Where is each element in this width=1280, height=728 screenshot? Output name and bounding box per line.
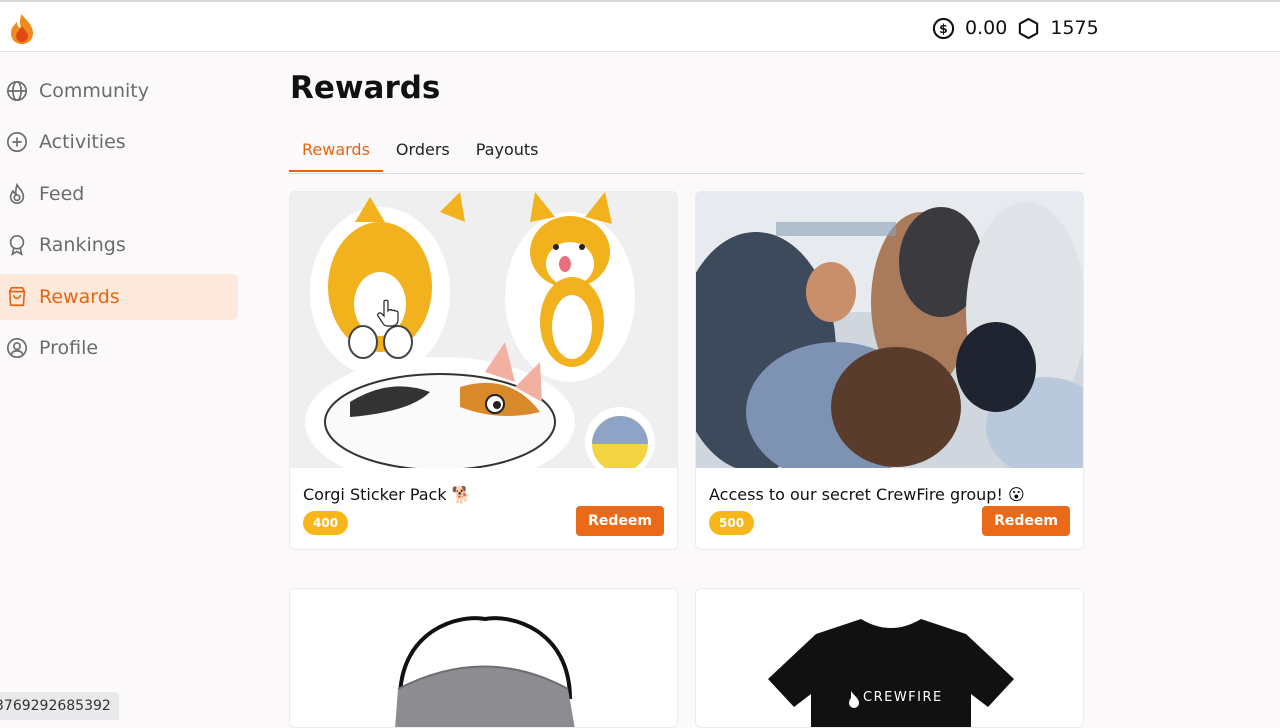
reward-card[interactable]: Corgi Sticker Pack 🐕 400 Redeem	[289, 191, 678, 550]
points-badge: 400	[303, 511, 349, 535]
hand-cursor-icon	[377, 299, 399, 327]
dollar-coin-icon: $	[932, 17, 955, 39]
user-circle-icon	[7, 337, 27, 358]
sidebar-item-label: Rewards	[39, 285, 120, 308]
status-bar: 3769292685392	[0, 692, 119, 720]
sidebar-item-rankings[interactable]: Rankings	[0, 222, 238, 268]
sidebar-item-feed[interactable]: Feed	[0, 171, 238, 217]
reward-name: Corgi Sticker Pack 🐕	[303, 485, 472, 504]
shopping-bag-icon	[8, 286, 26, 306]
sidebar-item-label: Feed	[39, 182, 85, 205]
sidebar-item-rewards[interactable]: Rewards	[0, 273, 238, 320]
tab-rewards[interactable]: Rewards	[289, 128, 383, 172]
balances: $ 0.00 1575	[932, 14, 1109, 42]
redeem-button[interactable]: Redeem	[576, 506, 664, 536]
reward-card[interactable]: CREWFIRE	[695, 588, 1084, 728]
sidebar-item-profile[interactable]: Profile	[0, 325, 238, 371]
sidebar-item-label: Activities	[39, 131, 126, 154]
points-badge: 500	[709, 511, 755, 535]
tshirt-print-text: CREWFIRE	[863, 690, 943, 705]
hexagon-points-icon	[1019, 17, 1039, 39]
reward-image	[290, 192, 677, 468]
face-mask-image	[290, 589, 677, 727]
page-title: Rewards	[290, 70, 441, 106]
sidebar-item-label: Rankings	[39, 234, 126, 257]
tab-payouts[interactable]: Payouts	[463, 128, 552, 172]
globe-icon	[7, 81, 27, 101]
sidebar-nav: Community Activities Feed Rankings Rewar…	[0, 68, 238, 376]
crewfire-logo-icon[interactable]	[9, 12, 35, 46]
redeem-button[interactable]: Redeem	[982, 506, 1070, 536]
tab-orders[interactable]: Orders	[383, 128, 463, 172]
sidebar-item-label: Profile	[39, 336, 99, 359]
flame-icon	[9, 182, 25, 204]
group-people-photo	[696, 192, 1083, 468]
svg-text:$: $	[939, 20, 948, 35]
reward-image	[696, 192, 1083, 468]
reward-card[interactable]	[289, 588, 678, 728]
sidebar-item-activities[interactable]: Activities	[0, 119, 238, 165]
tab-bar: Rewards Orders Payouts	[289, 128, 1084, 174]
top-bar: $ 0.00 1575	[0, 0, 1280, 52]
reward-image	[290, 589, 677, 727]
sidebar-item-community[interactable]: Community	[0, 68, 238, 114]
sidebar-item-label: Community	[39, 80, 149, 102]
reward-name: Access to our secret CrewFire group! 😮	[709, 485, 1025, 504]
dollar-balance: 0.00	[965, 17, 1008, 39]
points-balance: 1575	[1050, 17, 1099, 39]
award-icon	[9, 235, 25, 257]
reward-card[interactable]: Access to our secret CrewFire group! 😮 5…	[695, 191, 1084, 550]
corgi-stickers-image	[290, 192, 677, 468]
reward-image: CREWFIRE	[696, 589, 1083, 727]
plus-circle-icon	[7, 132, 27, 153]
tshirt-image	[696, 589, 1083, 727]
